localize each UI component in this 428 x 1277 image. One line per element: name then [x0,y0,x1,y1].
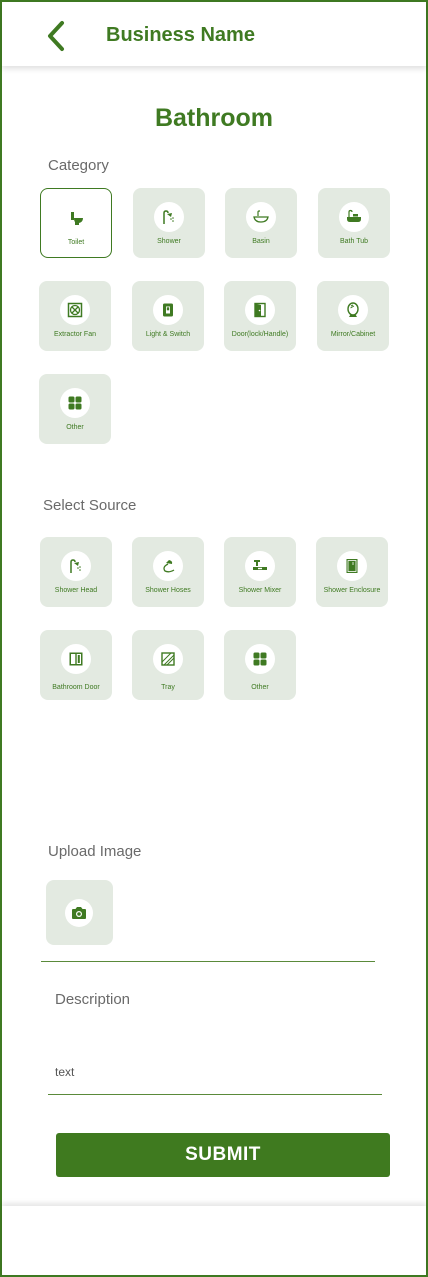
chevron-left-icon [48,21,64,51]
category-tile-bath-tub[interactable]: Bath Tub [318,188,390,258]
tray-icon-circle [153,644,183,674]
upload-image-label: Upload Image [48,843,142,860]
category-tile-other[interactable]: Other [39,374,111,444]
door-icon [254,302,266,318]
category-tile-basin[interactable]: Basin [225,188,297,258]
source-tile-shower-mixer[interactable]: Shower Mixer [224,537,296,607]
shower-enclosure-icon [346,559,358,573]
shower-icon [163,210,174,224]
back-button[interactable] [42,18,72,54]
category-label: Category [48,157,109,174]
bathroom-door-icon [69,652,83,666]
door-icon-circle [245,295,275,325]
category-tile-label: Toilet [67,239,85,246]
shower-mixer-icon [253,560,267,570]
source-tile-bathroom-door[interactable]: Bathroom Door [40,630,112,700]
source-tile-shower-enclosure[interactable]: Shower Enclosure [316,537,388,607]
description-label: Description [55,991,131,1008]
source-tile-tray[interactable]: Tray [132,630,204,700]
category-tile-label: Other [66,424,84,431]
grid-icon [253,652,267,666]
source-tile-label: Shower Head [54,587,98,594]
toilet-icon [71,212,83,225]
light-switch-icon-circle [153,295,183,325]
category-tile-toilet[interactable]: Toilet [40,188,112,258]
grid-icon [68,396,82,410]
basin-icon-circle [246,202,276,232]
select-source-label: Select Source [43,497,137,514]
camera-icon-circle [65,899,93,927]
grid-icon-circle [60,388,90,418]
extractor-fan-icon-circle [60,295,90,325]
grid-icon-circle [245,644,275,674]
source-tile-other[interactable]: Other [224,630,296,700]
light-switch-icon [163,303,173,317]
category-tile-mirror-cabinet[interactable]: Mirror/Cabinet [317,281,389,351]
shower-head-icon-circle [61,551,91,581]
shower-icon-circle [154,202,184,232]
category-tile-label: Bath Tub [339,238,369,245]
bathroom-door-icon-circle [61,644,91,674]
upload-divider [41,961,375,962]
source-tile-label: Bathroom Door [52,684,100,691]
basin-icon [253,210,269,223]
description-input[interactable] [48,1060,382,1084]
category-tile-label: Extractor Fan [53,331,96,338]
mirror-icon [347,302,359,317]
camera-icon [72,907,86,919]
shower-head-icon [70,559,81,573]
source-tile-label: Tray [161,684,175,691]
extractor-fan-icon [67,302,83,318]
source-tile-shower-hoses[interactable]: Shower Hoses [132,537,204,607]
bathtub-icon [347,209,361,222]
upload-image-button[interactable] [46,880,113,945]
category-tile-extractor-fan[interactable]: Extractor Fan [39,281,111,351]
bathtub-icon-circle [339,202,369,232]
tray-icon [161,652,175,666]
source-tile-label: Other [251,684,269,691]
category-tile-label: Shower [157,238,181,245]
source-tile-label: Shower Enclosure [323,587,381,594]
business-name-title: Business Name [106,24,255,46]
shower-hose-icon-circle [153,551,183,581]
category-tile-light-switch[interactable]: Light & Switch [132,281,204,351]
source-tile-label: Shower Hoses [145,587,191,594]
category-tile-label: Light & Switch [145,331,191,338]
bottom-bar [2,1206,426,1275]
source-tile-shower-head[interactable]: Shower Head [40,537,112,607]
category-tile-label: Mirror/Cabinet [330,331,376,338]
page-title: Bathroom [154,104,274,132]
category-tile-label: Basin [252,238,270,245]
description-underline [48,1094,382,1095]
shower-hose-icon [163,560,175,573]
mirror-icon-circle [338,295,368,325]
source-tile-label: Shower Mixer [238,587,282,594]
category-tile-door[interactable]: Door(lock/Handle) [224,281,296,351]
category-tile-label: Door(lock/Handle) [231,331,289,338]
toilet-icon-circle [62,203,92,233]
top-app-bar: Business Name [2,2,426,66]
category-tile-shower[interactable]: Shower [133,188,205,258]
shower-mixer-icon-circle [245,551,275,581]
submit-button[interactable]: SUBMIT [56,1133,390,1177]
shower-enclosure-icon-circle [337,551,367,581]
